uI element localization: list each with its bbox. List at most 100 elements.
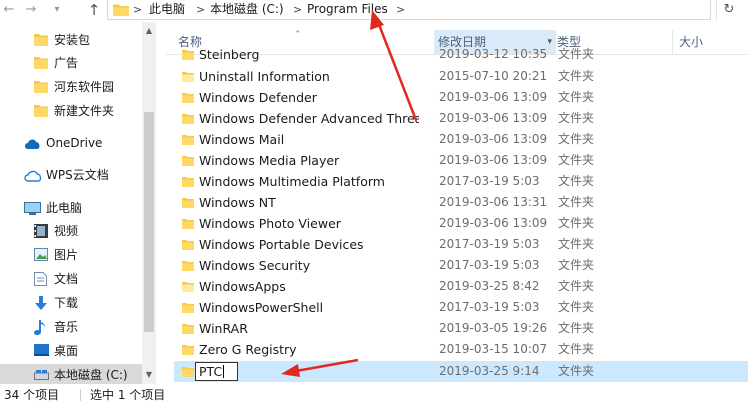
file-type: 文件夹 — [558, 69, 595, 83]
breadcrumb-separator-icon[interactable]: > — [133, 0, 142, 19]
file-date: 2019-03-05 19:26 — [439, 321, 548, 335]
nav-item-wps-cloud[interactable]: WPS云文档 — [0, 164, 142, 186]
file-row[interactable]: Windows Defender 2019-03-06 13:09 文件夹 — [174, 87, 748, 108]
nav-pane-scrollbar[interactable]: ▲ ▼ — [142, 22, 156, 384]
address-toolbar: ← → ▾ ↑ > 此电脑 > 本地磁盘 (C:) > Program File… — [0, 0, 748, 22]
up-arrow-icon[interactable]: ↑ — [84, 0, 104, 20]
forward-button[interactable]: → — [22, 0, 40, 20]
file-date: 2019-03-06 13:09 — [439, 132, 548, 146]
nav-item-label: WPS云文档 — [46, 168, 109, 182]
file-row[interactable]: Windows Defender Advanced Threat... 2019… — [174, 108, 748, 129]
nav-item-desktop[interactable]: 桌面 — [0, 340, 142, 362]
file-type: 文件夹 — [558, 237, 595, 251]
folder-icon — [182, 72, 194, 82]
breadcrumb-program-files[interactable]: Program Files — [307, 0, 388, 19]
file-date: 2019-03-06 13:09 — [439, 216, 548, 230]
status-bar: 34 个项目 选中 1 个项目 — [0, 384, 748, 406]
address-bar[interactable]: > 此电脑 > 本地磁盘 (C:) > Program Files > — [107, 0, 711, 20]
file-name: WindowsPowerShell — [199, 300, 324, 315]
wps-cloud-icon — [24, 170, 42, 182]
desktop-icon — [34, 344, 49, 356]
file-date: 2019-03-06 13:09 — [439, 90, 548, 104]
nav-item-label: 下载 — [54, 296, 79, 310]
file-row[interactable]: Windows NT 2019-03-06 13:31 文件夹 — [174, 192, 748, 213]
file-row[interactable]: Windows Media Player 2019-03-06 13:09 文件… — [174, 150, 748, 171]
item-count: 34 个项目 — [4, 388, 60, 402]
file-name: Windows Photo Viewer — [199, 216, 341, 231]
nav-item-quick-access[interactable]: 广告 — [0, 52, 142, 74]
breadcrumb-separator-icon[interactable]: > — [293, 0, 302, 19]
file-type: 文件夹 — [558, 279, 595, 293]
scrollbar-thumb[interactable] — [144, 112, 154, 332]
folder-icon — [182, 345, 194, 355]
file-type: 文件夹 — [558, 195, 595, 209]
folder-icon — [182, 303, 194, 313]
file-name: Windows Multimedia Platform — [199, 174, 385, 189]
file-date: 2017-03-19 5:03 — [439, 174, 540, 188]
nav-item-label: 文档 — [54, 272, 79, 286]
file-row[interactable]: Zero G Registry 2019-03-15 10:07 文件夹 — [174, 339, 748, 360]
file-row[interactable]: Steinberg 2019-03-12 10:35 文件夹 — [174, 44, 748, 65]
file-name: Steinberg — [199, 47, 260, 62]
file-name: WinRAR — [199, 321, 248, 336]
file-name: Windows Defender Advanced Threat... — [199, 111, 419, 126]
nav-item-label: 图片 — [54, 248, 79, 262]
file-row[interactable]: Windows Photo Viewer 2019-03-06 13:09 文件… — [174, 213, 748, 234]
breadcrumb-separator-icon[interactable]: > — [396, 0, 405, 19]
file-row[interactable]: Uninstall Information 2015-07-10 20:21 文… — [174, 66, 748, 87]
folder-icon — [182, 367, 194, 377]
file-row[interactable]: Windows Portable Devices 2017-03-19 5:03… — [174, 234, 748, 255]
recent-locations-chevron-down-icon[interactable]: ▾ — [50, 0, 64, 20]
folder-icon — [34, 81, 48, 93]
breadcrumb-separator-icon[interactable]: > — [196, 0, 205, 19]
file-date: 2019-03-15 10:07 — [439, 342, 548, 356]
folder-icon — [182, 261, 194, 271]
file-row[interactable]: WindowsApps 2019-03-25 8:42 文件夹 — [174, 276, 748, 297]
back-button[interactable]: ← — [0, 0, 18, 20]
nav-item-videos[interactable]: 视频 — [0, 220, 142, 242]
file-row[interactable]: Windows Multimedia Platform 2017-03-19 5… — [174, 171, 748, 192]
file-name: Windows NT — [199, 195, 276, 210]
file-row[interactable]: WinRAR 2019-03-05 19:26 文件夹 — [174, 318, 748, 339]
file-name: Windows Media Player — [199, 153, 340, 168]
file-row[interactable]: WindowsPowerShell 2017-03-19 5:03 文件夹 — [174, 297, 748, 318]
nav-item-quick-access[interactable]: 新建文件夹 — [0, 100, 142, 122]
breadcrumb-this-pc[interactable]: 此电脑 — [149, 0, 185, 19]
nav-item-local-disk-c[interactable]: 本地磁盘 (C:) — [0, 364, 142, 384]
folder-icon — [34, 34, 48, 46]
file-type: 文件夹 — [558, 321, 595, 335]
nav-item-label: 视频 — [54, 224, 79, 238]
file-date: 2019-03-25 8:42 — [439, 279, 540, 293]
nav-item-quick-access[interactable]: 安装包 — [0, 29, 142, 51]
file-name: Windows Security — [199, 258, 311, 273]
nav-item-this-pc[interactable]: 此电脑 — [0, 197, 142, 219]
scroll-down-arrow-icon[interactable]: ▼ — [142, 370, 156, 379]
nav-item-label: 本地磁盘 (C:) — [54, 368, 128, 382]
file-type: 文件夹 — [558, 47, 595, 61]
nav-item-documents[interactable]: 文档 — [0, 268, 142, 290]
file-name: WindowsApps — [199, 279, 286, 294]
nav-item-label: 音乐 — [54, 320, 79, 334]
file-date: 2019-03-12 10:35 — [439, 47, 548, 61]
refresh-button[interactable]: ↻ — [716, 0, 741, 20]
file-row[interactable]: Windows Mail 2019-03-06 13:09 文件夹 — [174, 129, 748, 150]
file-name: Zero G Registry — [199, 342, 297, 357]
scroll-up-arrow-icon[interactable]: ▲ — [142, 26, 156, 35]
folder-icon — [182, 324, 194, 334]
file-row[interactable]: Windows Security 2017-03-19 5:03 文件夹 — [174, 255, 748, 276]
file-row-selected[interactable]: PTC 2019-03-25 9:14 文件夹 — [174, 361, 748, 382]
file-type: 文件夹 — [558, 364, 595, 378]
nav-item-pictures[interactable]: 图片 — [0, 244, 142, 266]
file-date: 2019-03-06 13:09 — [439, 111, 548, 125]
breadcrumb-local-disk[interactable]: 本地磁盘 (C:) — [210, 0, 284, 19]
nav-item-music[interactable]: 音乐 — [0, 316, 142, 338]
file-type: 文件夹 — [558, 300, 595, 314]
status-divider — [80, 389, 81, 401]
file-type: 文件夹 — [558, 342, 595, 356]
nav-item-onedrive[interactable]: OneDrive — [0, 132, 142, 154]
nav-item-downloads[interactable]: 下载 — [0, 292, 142, 314]
rename-input[interactable]: PTC — [195, 362, 238, 381]
selection-count: 选中 1 个项目 — [90, 388, 166, 402]
nav-item-quick-access[interactable]: 河东软件园 — [0, 76, 142, 98]
file-type: 文件夹 — [558, 216, 595, 230]
